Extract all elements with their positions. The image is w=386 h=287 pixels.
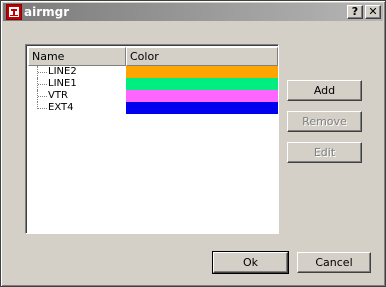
title-bar[interactable]: airmgr ? ✕: [3, 3, 383, 21]
tree-row[interactable]: LINE1: [28, 78, 278, 90]
row-name: VTR: [48, 90, 68, 101]
dialog-window: airmgr ? ✕ Name Color LINE2 LINE1 VTR EX…: [0, 0, 386, 287]
color-swatch[interactable]: [126, 66, 278, 78]
color-swatch[interactable]: [126, 90, 278, 102]
row-name: LINE1: [48, 78, 77, 89]
row-name: LINE2: [48, 66, 77, 77]
add-button[interactable]: Add: [287, 80, 362, 101]
help-button[interactable]: ?: [347, 5, 363, 19]
window-title: airmgr: [24, 5, 70, 19]
help-icon: ?: [351, 5, 359, 18]
close-icon: ✕: [368, 5, 378, 18]
app-icon: [5, 3, 23, 21]
column-header-name[interactable]: Name: [28, 47, 126, 66]
color-swatch[interactable]: [126, 102, 278, 114]
tree-branch-line: [37, 66, 48, 78]
tree-branch-line: [37, 90, 48, 102]
tree-rows: LINE2 LINE1 VTR EXT4: [28, 66, 278, 114]
color-tree-view[interactable]: Name Color LINE2 LINE1 VTR EXT4: [25, 44, 279, 234]
close-button[interactable]: ✕: [365, 5, 381, 19]
ok-button[interactable]: Ok: [212, 251, 289, 274]
tree-row[interactable]: EXT4: [28, 102, 278, 114]
tree-row[interactable]: LINE2: [28, 66, 278, 78]
remove-button[interactable]: Remove: [287, 111, 362, 132]
row-name: EXT4: [48, 102, 74, 113]
color-swatch[interactable]: [126, 78, 278, 90]
tree-branch-line: [37, 78, 48, 90]
cancel-button[interactable]: Cancel: [297, 252, 371, 273]
tree-branch-line: [37, 102, 48, 109]
edit-button[interactable]: Edit: [287, 142, 362, 163]
tree-row[interactable]: VTR: [28, 90, 278, 102]
column-header-color[interactable]: Color: [126, 47, 278, 66]
